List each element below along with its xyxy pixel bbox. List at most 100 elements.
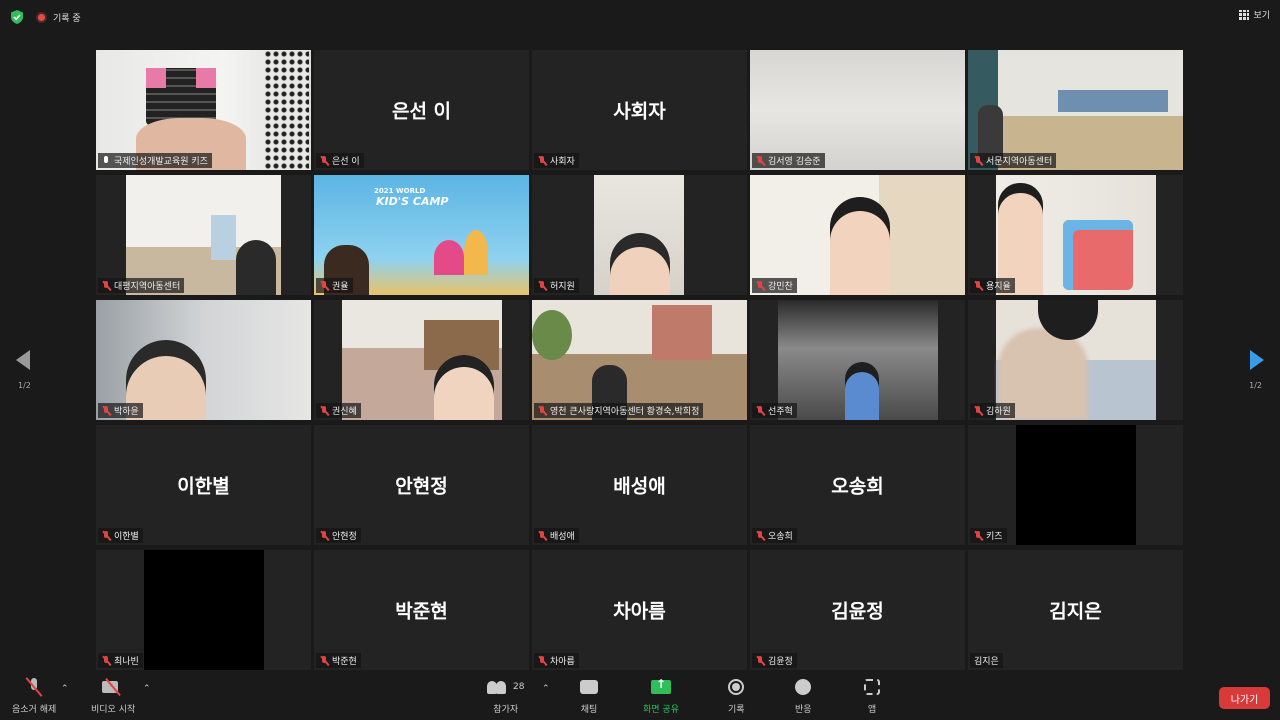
microphone-muted-icon — [538, 655, 547, 666]
leave-meeting-button[interactable]: 나가기 — [1219, 687, 1270, 709]
microphone-muted-icon — [320, 405, 329, 416]
microphone-muted-icon — [320, 280, 329, 291]
unmute-button[interactable]: 음소거 해제 — [12, 676, 56, 715]
participant-tile[interactable]: 은선 이 은선 이 — [314, 50, 529, 170]
microphone-muted-icon — [24, 677, 44, 697]
participant-name-label: 국제인성개발교육원 키즈 — [98, 153, 212, 168]
participant-name: 대평지역아동센터 — [114, 282, 181, 292]
participant-name-label: 김윤정 — [752, 653, 797, 668]
participant-name-label: 은선 이 — [316, 153, 364, 168]
start-video-button[interactable]: 비디오 시작 — [91, 676, 135, 715]
participant-name-label: 이한별 — [98, 528, 143, 543]
participant-name-label: 선주혁 — [752, 403, 797, 418]
participant-tile[interactable]: 박하윤 — [96, 300, 311, 420]
participant-name-label: 서문지역아동센터 — [970, 153, 1057, 168]
participant-name: 사회자 — [550, 157, 575, 167]
chat-label: 채팅 — [580, 705, 598, 715]
participant-name: 강민찬 — [768, 282, 793, 292]
participant-tile[interactable]: 박준현 박준현 — [314, 550, 529, 670]
participant-video-black — [144, 550, 264, 670]
participant-name-label: 용지율 — [970, 278, 1015, 293]
microphone-muted-icon — [102, 530, 111, 541]
participant-tile[interactable]: 서문지역아동센터 — [968, 50, 1183, 170]
participant-tile[interactable]: 용지율 — [968, 175, 1183, 295]
participant-display-name: 차아름 — [613, 600, 666, 623]
participant-tile[interactable]: 강민찬 — [750, 175, 965, 295]
camp-banner-line2: KID'S CAMP — [376, 195, 449, 208]
participant-name-label: 김하원 — [970, 403, 1015, 418]
participant-tile[interactable]: 키즈 — [968, 425, 1183, 545]
reactions-button[interactable]: 반응 — [795, 676, 812, 715]
recording-dot-icon — [36, 11, 47, 23]
video-options-caret-icon[interactable]: ⌃ — [143, 684, 151, 694]
share-screen-button[interactable]: 화면 공유 — [643, 676, 679, 715]
participant-tile[interactable]: 대평지역아동센터 — [96, 175, 311, 295]
participant-tile[interactable]: 국제인성개발교육원 키즈 — [96, 50, 311, 170]
participant-tile[interactable]: 김하원 — [968, 300, 1183, 420]
unmute-label: 음소거 해제 — [12, 705, 57, 715]
participant-name: 배성애 — [550, 532, 575, 542]
participant-name-label: 허지원 — [534, 278, 579, 293]
participant-tile[interactable]: 사회자 사회자 — [532, 50, 747, 170]
next-page-arrow-icon[interactable] — [1250, 348, 1264, 372]
participant-video — [978, 105, 1003, 160]
record-button[interactable]: 기록 — [728, 676, 745, 715]
participant-name-label: 키즈 — [970, 528, 1007, 543]
participants-button[interactable]: 28 참가자 — [487, 676, 524, 715]
participant-tile[interactable]: 김서영 김승준 — [750, 50, 965, 170]
participants-options-caret-icon[interactable]: ⌃ — [542, 684, 550, 694]
chat-button[interactable]: 채팅 — [580, 676, 598, 715]
recording-indicator[interactable]: 기록 중 — [36, 11, 81, 24]
previous-page-arrow-icon[interactable] — [16, 348, 30, 372]
participant-tile[interactable]: 선주혁 — [750, 300, 965, 420]
recording-label: 기록 중 — [53, 13, 81, 24]
participant-tile[interactable]: 배성애 배성애 — [532, 425, 747, 545]
participant-name-label: 권율 — [316, 278, 353, 293]
microphone-muted-icon — [320, 530, 329, 541]
page-indicator-right: 1/2 — [1249, 381, 1262, 390]
participant-tile[interactable]: 김지은 김지은 — [968, 550, 1183, 670]
participant-tile[interactable]: 최나빈 — [96, 550, 311, 670]
participant-tile[interactable]: 2021 WORLD KID'S CAMP 권율 — [314, 175, 529, 295]
microphone-muted-icon — [974, 280, 983, 291]
microphone-muted-icon — [756, 405, 765, 416]
participant-video — [1058, 90, 1168, 112]
apps-label: 앱 — [867, 705, 877, 715]
participant-tile[interactable]: 이한별 이한별 — [96, 425, 311, 545]
microphone-muted-icon — [538, 405, 547, 416]
microphone-muted-icon — [756, 280, 765, 291]
participant-display-name: 은선 이 — [391, 100, 452, 123]
chat-icon — [580, 680, 598, 694]
participant-video — [610, 233, 670, 295]
participant-name-label: 사회자 — [534, 153, 579, 168]
participant-video — [464, 230, 488, 275]
participant-tile[interactable]: 김윤정 김윤정 — [750, 550, 965, 670]
participant-name: 박하윤 — [114, 407, 139, 417]
participant-name: 차아름 — [550, 657, 575, 667]
participant-tile[interactable]: 권신혜 — [314, 300, 529, 420]
participant-name-label: 박준현 — [316, 653, 361, 668]
participant-tile[interactable]: 허지원 — [532, 175, 747, 295]
participant-video — [434, 240, 464, 275]
apps-button[interactable]: 앱 — [864, 676, 880, 715]
participant-name: 김지은 — [974, 657, 999, 667]
participant-tile[interactable]: 차아름 차아름 — [532, 550, 747, 670]
participant-name: 김하원 — [986, 407, 1011, 417]
audio-options-caret-icon[interactable]: ⌃ — [61, 684, 69, 694]
participant-tile[interactable]: 오송희 오송희 — [750, 425, 965, 545]
participant-name-label: 영천 큰사랑지역아동센터 황경숙,박희정 — [534, 403, 704, 418]
participant-tile[interactable]: 영천 큰사랑지역아동센터 황경숙,박희정 — [532, 300, 747, 420]
participant-tile[interactable]: 안현정 안현정 — [314, 425, 529, 545]
security-shield-icon[interactable] — [10, 10, 24, 24]
participant-name-label: 김서영 김승준 — [752, 153, 825, 168]
microphone-muted-icon — [538, 280, 547, 291]
microphone-muted-icon — [756, 655, 765, 666]
view-button[interactable]: 보기 — [1239, 8, 1270, 21]
participants-icon — [487, 680, 509, 694]
participant-video — [830, 197, 890, 295]
participant-name-label: 권신혜 — [316, 403, 361, 418]
participant-name: 키즈 — [986, 532, 1003, 542]
participant-display-name: 오송희 — [831, 475, 884, 498]
microphone-muted-icon — [320, 155, 329, 166]
participant-name: 오송희 — [768, 532, 793, 542]
